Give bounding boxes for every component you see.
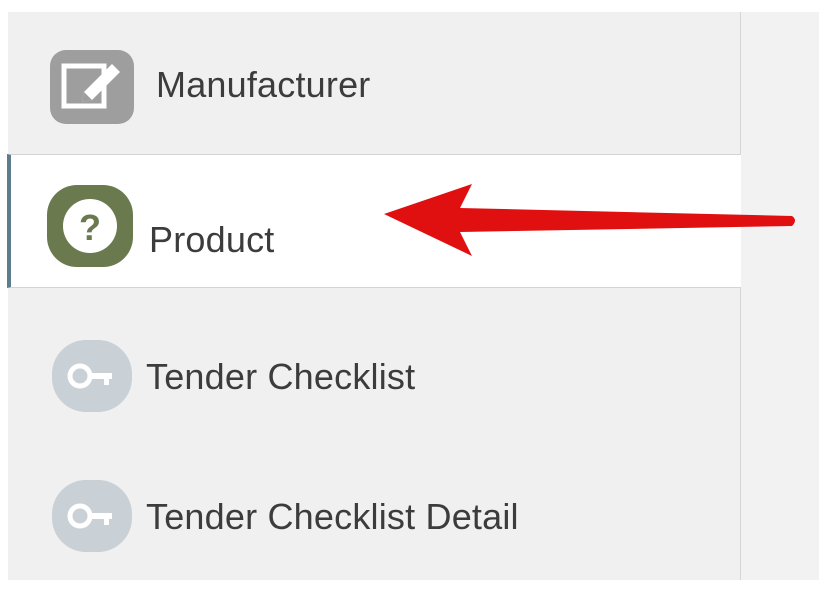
sidebar-item-label: Tender Checklist: [146, 356, 416, 397]
red-arrow-annotation: [384, 184, 795, 256]
content-gutter: [741, 12, 819, 580]
screen: Manufacturer ? Product Tender Checklist …: [0, 0, 829, 591]
key-icon: [50, 478, 132, 558]
edit-icon: [48, 48, 134, 128]
question-icon: ?: [45, 183, 133, 267]
svg-text:?: ?: [79, 207, 101, 248]
sidebar-item-label: Manufacturer: [156, 64, 371, 105]
sidebar-nav: Manufacturer ? Product Tender Checklist …: [7, 12, 743, 580]
sidebar-item-label: Tender Checklist Detail: [146, 496, 519, 537]
sidebar-item-label: Product: [149, 219, 275, 260]
sidebar-item-manufacturer[interactable]: Manufacturer: [8, 18, 740, 152]
sidebar-item-tender-checklist-detail[interactable]: Tender Checklist Detail: [8, 442, 740, 576]
key-icon: [50, 338, 132, 418]
sidebar-item-tender-checklist[interactable]: Tender Checklist: [8, 302, 740, 436]
